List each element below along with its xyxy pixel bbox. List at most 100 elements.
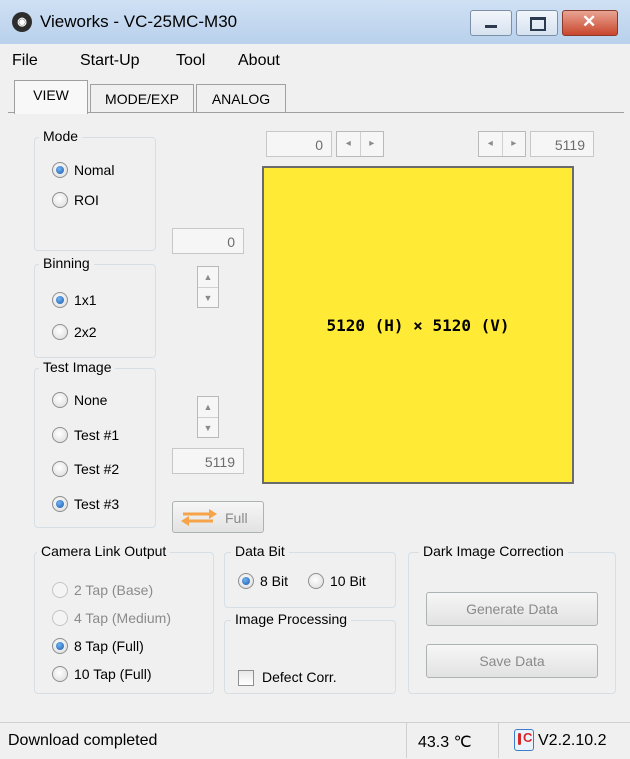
tab-analog[interactable]: ANALOG: [196, 84, 286, 113]
window-title: Vieworks - VC-25MC-M30: [40, 12, 238, 31]
h-end-spinner[interactable]: ◂ ▸: [478, 131, 526, 157]
menu-start-up[interactable]: Start-Up: [80, 52, 140, 70]
status-message: Download completed: [8, 732, 158, 749]
version-label: V2.2.10.2: [538, 732, 607, 749]
status-divider: [498, 722, 499, 758]
tap-8-radio[interactable]: 8 Tap (Full): [52, 638, 144, 654]
save-data-button[interactable]: Save Data: [426, 644, 598, 678]
tab-divider: [8, 112, 624, 113]
radio-dot: [238, 573, 254, 589]
radio-label: 8 Bit: [260, 573, 289, 589]
defect-corr-label: Defect Corr.: [262, 669, 337, 685]
arrow-right-icon[interactable]: ▸: [503, 132, 526, 156]
menu-bar: File Start-Up Tool About: [0, 48, 630, 74]
radio-dot: [52, 192, 68, 208]
test-none-radio[interactable]: None: [52, 392, 107, 408]
arrow-left-icon[interactable]: ◂: [479, 132, 503, 156]
status-divider: [406, 722, 407, 758]
radio-label: Nomal: [74, 162, 115, 178]
app-logo-icon: ◉: [12, 12, 32, 32]
radio-label: None: [74, 392, 108, 408]
h-start-spinner[interactable]: ◂ ▸: [336, 131, 384, 157]
radio-dot: [52, 392, 68, 408]
tab-view[interactable]: VIEW: [14, 80, 88, 114]
radio-label: 10 Bit: [330, 573, 366, 589]
v-end-field[interactable]: 5119: [172, 448, 244, 474]
radio-dot: [52, 292, 68, 308]
radio-dot: [52, 461, 68, 477]
maximize-icon: [530, 17, 546, 31]
radio-dot: [52, 427, 68, 443]
temperature-readout: 43.3 ℃: [418, 734, 472, 751]
mode-title: Mode: [39, 128, 83, 144]
tap-10-radio[interactable]: 10 Tap (Full): [52, 666, 152, 682]
v-start-spinner[interactable]: ▲ ▼: [197, 266, 219, 308]
h-end-field[interactable]: 5119: [530, 131, 594, 157]
title-bar[interactable]: ◉ Vieworks - VC-25MC-M30 ✕: [0, 0, 630, 44]
arrow-down-icon[interactable]: ▼: [198, 288, 218, 308]
bit-8-radio[interactable]: 8 Bit: [238, 573, 288, 589]
radio-label: Test #2: [74, 461, 120, 477]
arrow-up-icon[interactable]: ▲: [198, 397, 218, 418]
swap-arrows-icon: [181, 509, 217, 526]
maximize-button[interactable]: [516, 10, 558, 36]
radio-dot: [308, 573, 324, 589]
radio-dot: [52, 610, 68, 626]
test-1-radio[interactable]: Test #1: [52, 427, 119, 443]
minimize-icon: [485, 25, 497, 28]
mode-roi-radio[interactable]: ROI: [52, 192, 99, 208]
bit-10-radio[interactable]: 10 Bit: [308, 573, 366, 589]
binning-group: Binning: [34, 255, 156, 358]
arrow-down-icon[interactable]: ▼: [198, 418, 218, 438]
main-window: ◉ Vieworks - VC-25MC-M30 ✕ File Start-Up…: [0, 0, 630, 759]
radio-label: 8 Tap (Full): [74, 638, 144, 654]
close-icon: ✕: [582, 12, 597, 31]
minimize-button[interactable]: [470, 10, 512, 36]
roi-size-label: 5120 (H) × 5120 (V): [326, 315, 510, 335]
generate-data-button[interactable]: Generate Data: [426, 592, 598, 626]
radio-dot: [52, 496, 68, 512]
v-start-field[interactable]: 0: [172, 228, 244, 254]
menu-tool[interactable]: Tool: [176, 52, 205, 70]
h-start-field[interactable]: 0: [266, 131, 332, 157]
arrow-up-icon[interactable]: ▲: [198, 267, 218, 288]
tap-2-radio[interactable]: 2 Tap (Base): [52, 582, 153, 598]
radio-label: 4 Tap (Medium): [74, 610, 172, 626]
radio-dot: [52, 162, 68, 178]
mode-normal-radio[interactable]: Nomal: [52, 162, 114, 178]
radio-label: ROI: [74, 192, 99, 208]
test-2-radio[interactable]: Test #2: [52, 461, 119, 477]
test-3-radio[interactable]: Test #3: [52, 496, 119, 512]
radio-label: Test #1: [74, 427, 120, 443]
radio-dot: [52, 324, 68, 340]
test-image-title: Test Image: [39, 359, 116, 375]
arrow-right-icon[interactable]: ▸: [361, 132, 384, 156]
menu-about[interactable]: About: [238, 52, 280, 70]
radio-label: 2x2: [74, 324, 97, 340]
roi-preview[interactable]: 5120 (H) × 5120 (V): [262, 166, 574, 484]
arrow-left-icon[interactable]: ◂: [337, 132, 361, 156]
data-bit-title: Data Bit: [231, 543, 289, 559]
radio-dot: [52, 582, 68, 598]
binning-1x1-radio[interactable]: 1x1: [52, 292, 97, 308]
binning-2x2-radio[interactable]: 2x2: [52, 324, 97, 340]
radio-dot: [52, 638, 68, 654]
dark-image-title: Dark Image Correction: [419, 543, 568, 559]
full-button[interactable]: Full: [172, 501, 264, 533]
image-processing-title: Image Processing: [231, 611, 352, 627]
v-end-spinner[interactable]: ▲ ▼: [197, 396, 219, 438]
radio-label: 2 Tap (Base): [74, 582, 154, 598]
tab-mode-exp[interactable]: MODE/EXP: [90, 84, 194, 113]
camera-link-title: Camera Link Output: [37, 543, 171, 559]
menu-file[interactable]: File: [12, 52, 38, 70]
tap-4-radio[interactable]: 4 Tap (Medium): [52, 610, 171, 626]
temperature-icon: C: [514, 729, 534, 751]
radio-label: Test #3: [74, 496, 120, 512]
close-button[interactable]: ✕: [562, 10, 618, 36]
binning-title: Binning: [39, 255, 94, 271]
defect-corr-checkbox[interactable]: [238, 670, 254, 686]
full-label: Full: [225, 510, 248, 526]
radio-label: 1x1: [74, 292, 97, 308]
radio-label: 10 Tap (Full): [74, 666, 152, 682]
radio-dot: [52, 666, 68, 682]
